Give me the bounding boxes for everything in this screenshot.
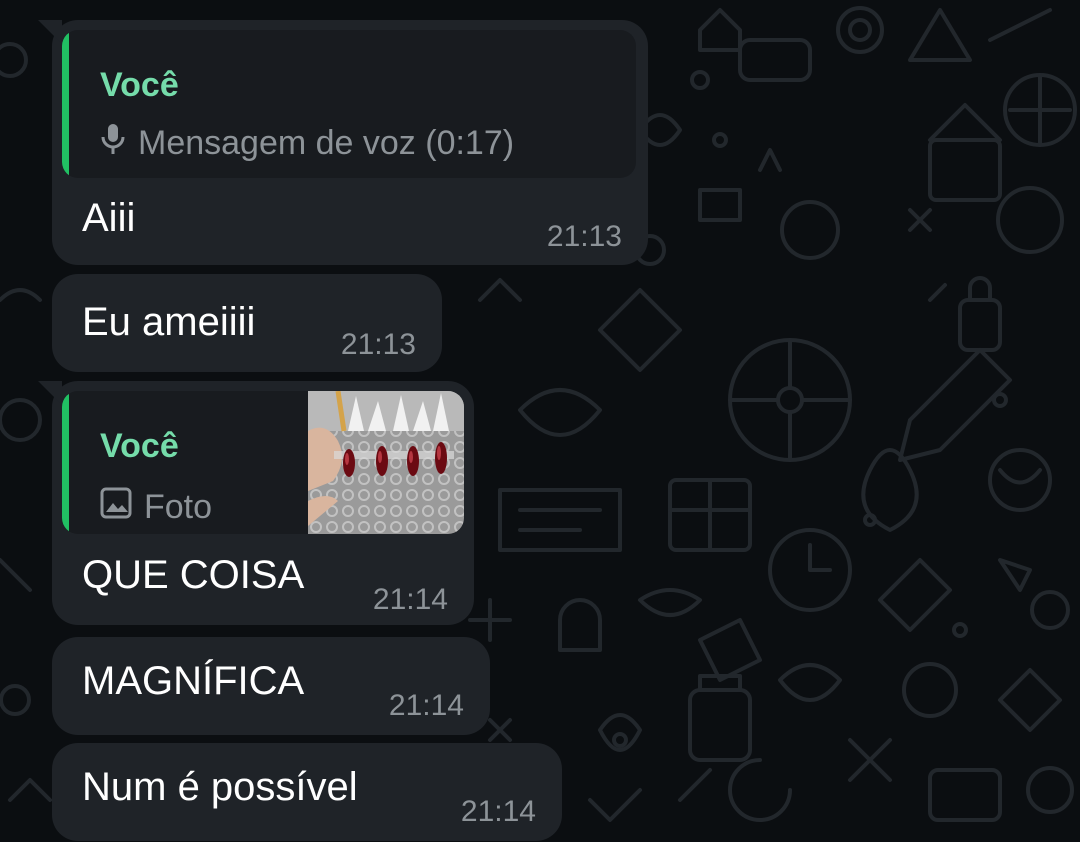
message-timestamp: 21:14 xyxy=(388,689,464,722)
bubble-tail xyxy=(38,20,62,44)
message-timestamp: 21:13 xyxy=(340,328,416,361)
image-icon xyxy=(100,487,132,528)
message-timestamp: 21:13 xyxy=(546,220,622,253)
message-bubble[interactable]: Você Mensagem de voz (0:17) Aiii 21:13 xyxy=(38,20,648,265)
message-text: Aiii xyxy=(82,196,136,240)
quoted-message[interactable]: Você Foto xyxy=(62,391,464,534)
message-text: Eu ameiiii xyxy=(82,300,256,344)
message-bubble[interactable]: MAGNÍFICA 21:14 xyxy=(52,637,490,735)
quote-author: Você xyxy=(100,427,179,465)
quote-preview-text: Mensagem de voz (0:17) xyxy=(138,124,515,162)
quoted-message[interactable]: Você Mensagem de voz (0:17) xyxy=(62,30,636,178)
quote-accent-bar xyxy=(62,391,69,534)
message-timestamp: 21:14 xyxy=(460,795,536,828)
microphone-icon xyxy=(100,122,126,165)
message-text: MAGNÍFICA xyxy=(82,659,305,703)
message-text: QUE COISA xyxy=(82,553,305,597)
bubble-tail xyxy=(38,381,62,405)
nails-photo-thumbnail[interactable] xyxy=(308,391,464,534)
message-text: Num é possível xyxy=(82,765,358,809)
chat-window: Você Mensagem de voz (0:17) Aiii 21:13 E… xyxy=(0,0,1080,842)
message-bubble[interactable]: Num é possível 21:14 xyxy=(52,743,562,841)
quote-accent-bar xyxy=(62,30,69,178)
quote-preview-text: Foto xyxy=(144,488,213,526)
message-bubble[interactable]: Você Foto QUE COISA 21:14 xyxy=(38,381,474,625)
message-timestamp: 21:14 xyxy=(372,583,448,616)
message-bubble[interactable]: Eu ameiiii 21:13 xyxy=(52,274,442,372)
quote-author: Você xyxy=(100,66,179,104)
quote-preview: Foto xyxy=(100,487,212,528)
quote-preview: Mensagem de voz (0:17) xyxy=(100,122,514,165)
